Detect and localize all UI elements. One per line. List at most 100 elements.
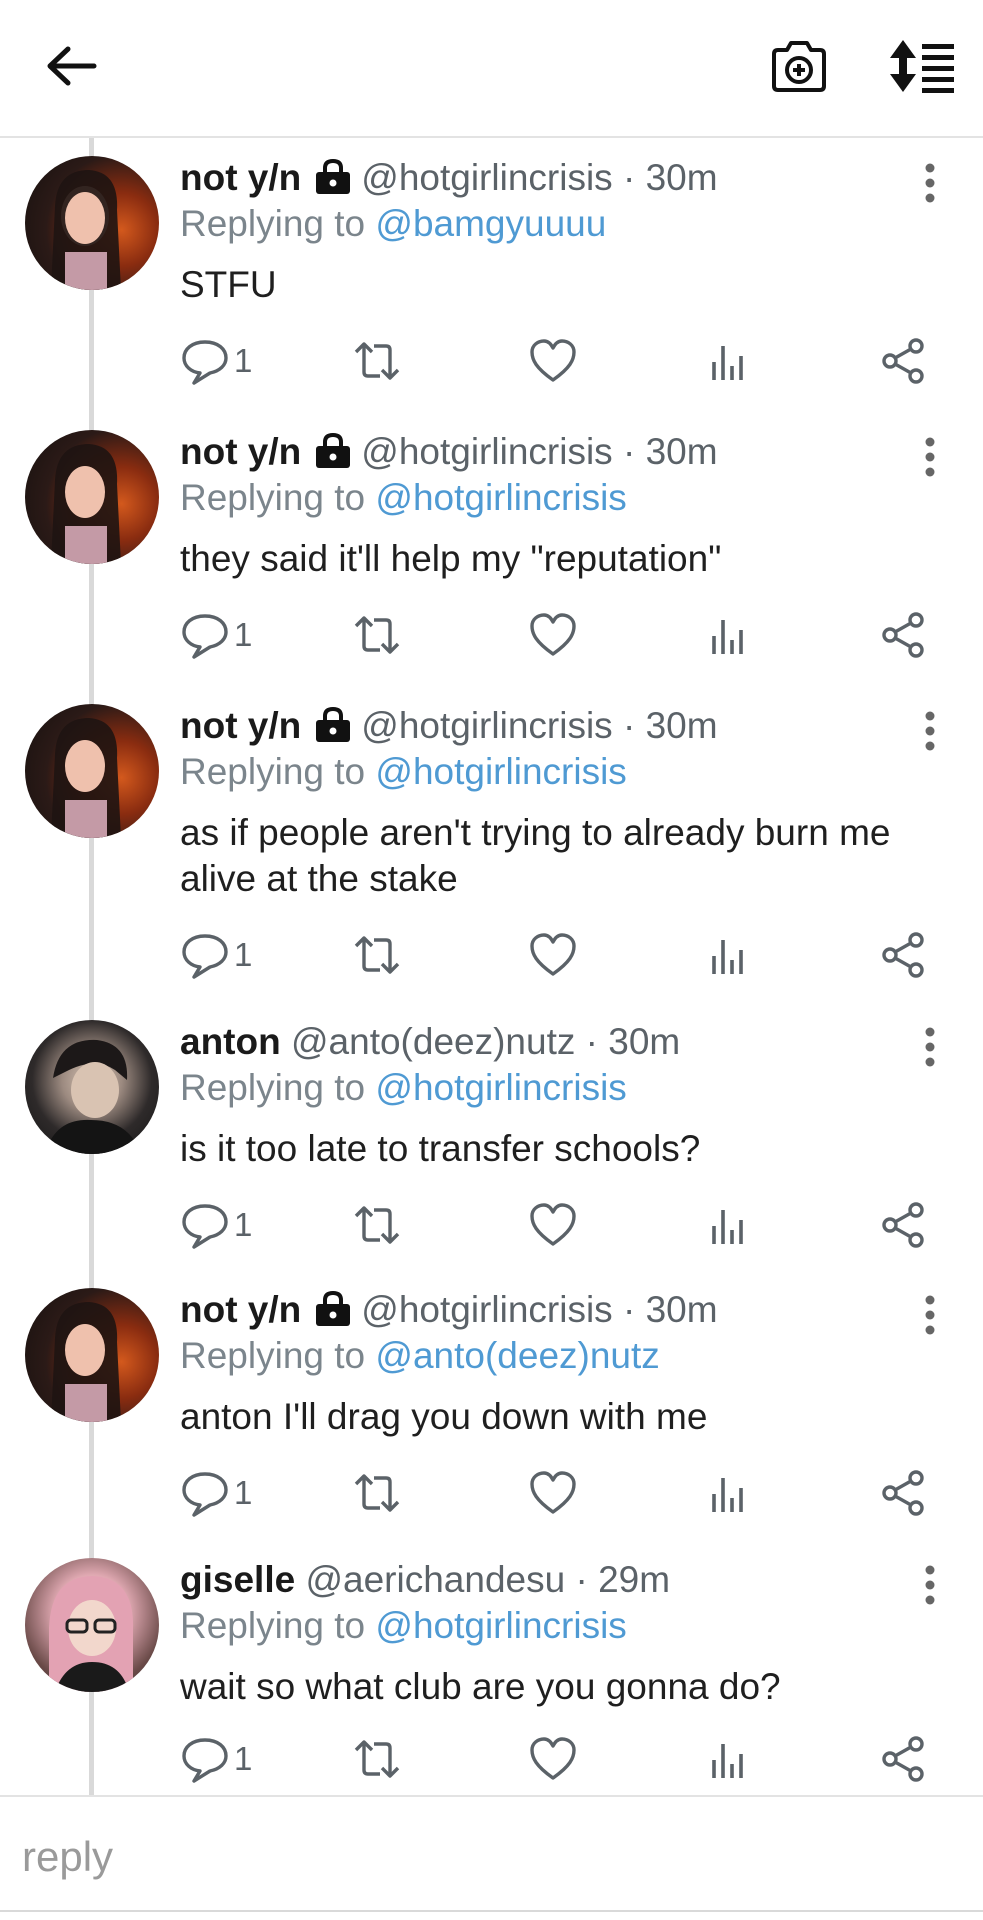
stats-button[interactable] xyxy=(702,1200,752,1250)
reply-icon xyxy=(182,340,228,385)
tweet[interactable]: not y/n @hotgirlincrisis · 30m Replying t… xyxy=(0,156,983,426)
avatar[interactable] xyxy=(25,430,159,564)
back-arrow-icon[interactable] xyxy=(44,44,98,88)
stats-button[interactable] xyxy=(702,336,752,386)
reply-count: 1 xyxy=(234,1206,253,1243)
reply-count: 1 xyxy=(234,342,253,379)
tweet-text: STFU xyxy=(180,264,277,305)
share-icon xyxy=(882,338,924,384)
tweet-text: anton I'll drag you down with me xyxy=(180,1396,708,1437)
replying-to: Replying to @anto(deez)nutz xyxy=(180,1335,660,1376)
more-options-icon[interactable] xyxy=(916,1292,944,1338)
tweet[interactable]: giselle @aerichandesu · 29m Replying to … xyxy=(0,1558,983,1795)
tweet[interactable]: anton @anto(deez)nutz · 30m Replying to … xyxy=(0,1020,983,1290)
more-options-icon[interactable] xyxy=(916,1024,944,1070)
avatar[interactable] xyxy=(25,1558,159,1692)
more-options-icon[interactable] xyxy=(916,1562,944,1608)
replying-to: Replying to @hotgirlincrisis xyxy=(180,751,627,792)
separator: · xyxy=(622,157,636,198)
stats-icon xyxy=(712,1744,743,1778)
timestamp: 30m xyxy=(645,431,718,472)
author-handle[interactable]: @aerichandesu xyxy=(305,1559,565,1600)
author-name[interactable]: not y/n xyxy=(180,431,301,472)
stats-button[interactable] xyxy=(702,930,752,980)
stats-icon xyxy=(712,346,743,380)
like-icon xyxy=(530,613,576,656)
reply-count: 1 xyxy=(234,616,253,653)
tweet[interactable]: not y/n @hotgirlincrisis · 30m Replying t… xyxy=(0,704,983,1020)
avatar[interactable] xyxy=(25,156,159,290)
reply-button[interactable]: 1 xyxy=(180,610,252,660)
reply-composer[interactable]: reply xyxy=(0,1795,983,1920)
retweet-button[interactable] xyxy=(352,930,402,980)
reply-mention-link[interactable]: @hotgirlincrisis xyxy=(375,751,626,792)
more-options-icon[interactable] xyxy=(916,434,944,480)
reply-button[interactable]: 1 xyxy=(180,930,252,980)
retweet-button[interactable] xyxy=(352,1468,402,1518)
reply-mention-link[interactable]: @hotgirlincrisis xyxy=(375,477,626,518)
lock-icon xyxy=(316,707,351,742)
separator: · xyxy=(622,431,636,472)
author-handle[interactable]: @anto(deez)nutz xyxy=(291,1021,575,1062)
timestamp: 30m xyxy=(645,1289,718,1330)
reply-count: 1 xyxy=(234,936,253,973)
stats-button[interactable] xyxy=(702,1734,752,1784)
avatar[interactable] xyxy=(25,704,159,838)
separator: · xyxy=(622,1289,636,1330)
reply-mention-link[interactable]: @hotgirlincrisis xyxy=(375,1067,626,1108)
share-button[interactable] xyxy=(878,336,928,386)
retweet-button[interactable] xyxy=(352,610,402,660)
author-name[interactable]: not y/n xyxy=(180,705,301,746)
reply-mention-link[interactable]: @bamgyuuuu xyxy=(375,203,606,244)
retweet-icon xyxy=(354,342,400,380)
avatar[interactable] xyxy=(25,1288,159,1422)
like-button[interactable] xyxy=(528,610,578,660)
retweet-button[interactable] xyxy=(352,1734,402,1784)
more-options-icon[interactable] xyxy=(916,160,944,206)
author-handle[interactable]: @hotgirlincrisis xyxy=(361,1289,612,1330)
share-button[interactable] xyxy=(878,1200,928,1250)
reply-button[interactable]: 1 xyxy=(180,1200,252,1250)
author-handle[interactable]: @hotgirlincrisis xyxy=(361,431,612,472)
retweet-button[interactable] xyxy=(352,336,402,386)
author-handle[interactable]: @hotgirlincrisis xyxy=(361,705,612,746)
author-name[interactable]: not y/n xyxy=(180,157,301,198)
retweet-button[interactable] xyxy=(352,1200,402,1250)
share-button[interactable] xyxy=(878,1468,928,1518)
like-icon xyxy=(530,339,576,382)
like-button[interactable] xyxy=(528,1734,578,1784)
timestamp: 29m xyxy=(598,1559,671,1600)
like-button[interactable] xyxy=(528,1200,578,1250)
reply-input[interactable]: reply xyxy=(22,1833,113,1881)
stats-button[interactable] xyxy=(702,1468,752,1518)
more-options-icon[interactable] xyxy=(916,708,944,754)
tweet[interactable]: not y/n @hotgirlincrisis · 30m Replying t… xyxy=(0,430,983,700)
reply-button[interactable]: 1 xyxy=(180,1734,252,1784)
share-button[interactable] xyxy=(878,1734,928,1784)
author-name[interactable]: anton xyxy=(180,1021,281,1062)
like-icon xyxy=(530,1737,576,1780)
action-bar: 1 xyxy=(180,610,940,660)
camera-add-icon[interactable] xyxy=(770,38,828,94)
like-button[interactable] xyxy=(528,1468,578,1518)
share-button[interactable] xyxy=(878,610,928,660)
retweet-icon xyxy=(354,1740,400,1778)
like-button[interactable] xyxy=(528,930,578,980)
separator: · xyxy=(585,1021,598,1062)
author-handle[interactable]: @hotgirlincrisis xyxy=(361,157,612,198)
like-button[interactable] xyxy=(528,336,578,386)
timestamp: 30m xyxy=(608,1021,681,1062)
avatar[interactable] xyxy=(25,1020,159,1154)
author-name[interactable]: giselle xyxy=(180,1559,295,1600)
stats-button[interactable] xyxy=(702,610,752,660)
replying-to: Replying to @bamgyuuuu xyxy=(180,203,607,244)
sort-order-icon[interactable] xyxy=(888,38,956,94)
reply-icon xyxy=(182,1472,228,1517)
reply-mention-link[interactable]: @hotgirlincrisis xyxy=(375,1605,626,1646)
tweet[interactable]: not y/n @hotgirlincrisis · 30m Replying t… xyxy=(0,1288,983,1558)
author-name[interactable]: not y/n xyxy=(180,1289,301,1330)
reply-button[interactable]: 1 xyxy=(180,1468,252,1518)
share-button[interactable] xyxy=(878,930,928,980)
reply-button[interactable]: 1 xyxy=(180,336,252,386)
reply-mention-link[interactable]: @anto(deez)nutz xyxy=(375,1335,659,1376)
